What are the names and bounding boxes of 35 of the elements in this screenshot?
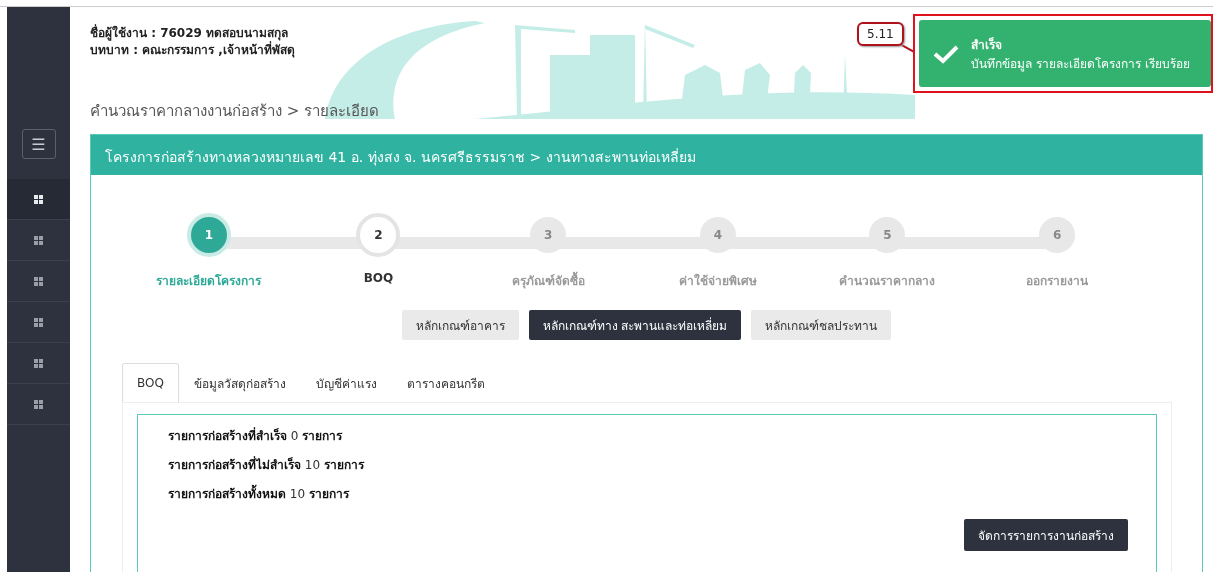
criteria-button[interactable]: หลักเกณฑ์อาคาร [401, 310, 519, 340]
grid-icon [34, 276, 43, 286]
summary-line: รายการก่อสร้างทั้งหมด 10 รายการ [168, 485, 1156, 503]
leader-line [900, 43, 914, 53]
user-name-text: ชื่อผู้ใช้งาน : 76029 ทดสอบนามสกุล [90, 25, 289, 42]
manage-button[interactable]: จัดการรายการงานก่อสร้าง [964, 519, 1128, 551]
tab[interactable]: BOQ [122, 363, 179, 402]
step-label: ครุภัณฑ์จัดซื้อ [511, 271, 585, 290]
panel-header: โครงการก่อสร้างทางหลวงหมายเลข 41 อ. ทุ่งสง จ. นครศรีธรรมราช > งานทางสะพานท่อเหลี่ยม [91, 135, 1202, 175]
sidebar-item[interactable] [7, 179, 70, 220]
menu-button[interactable]: ☰ [21, 129, 56, 159]
tab[interactable]: บัญชีค่าแรง [300, 363, 392, 402]
breadcrumb: คำนวณราคากลางงานก่อสร้าง > รายละเอียด [90, 101, 380, 122]
tab[interactable]: ตารางคอนกรีต [391, 363, 500, 402]
tab[interactable]: ข้อมูลวัสดุก่อสร้าง [178, 363, 301, 402]
step-label: ค่าใช้จ่ายพิเศษ [678, 272, 757, 290]
step-label: คำนวณราคากลาง [839, 273, 936, 290]
step-label: รายละเอียดโครงการ [156, 273, 262, 290]
user-role-text: บทบาท : คณะกรรมการ ,เจ้าหน้าที่พัสดุ [90, 42, 295, 59]
callout-label: 5.11 [857, 22, 904, 46]
grid-icon [34, 399, 43, 409]
check-icon [933, 43, 959, 64]
grid-icon [34, 235, 43, 245]
step-label: BOQ [363, 271, 394, 285]
summary-line: รายการก่อสร้างที่ไม่สำเร็จ 10 รายการ [168, 456, 366, 474]
grid-icon [34, 317, 43, 327]
step-circle[interactable]: 2 [356, 213, 401, 257]
summary-line: รายการก่อสร้างที่สำเร็จ 0 รายการ [168, 427, 344, 445]
grid-icon [34, 358, 43, 368]
toast-title: สำเร็จ [971, 36, 1003, 54]
step-label: ออกรายงาน [1026, 273, 1089, 290]
criteria-button[interactable]: หลักเกณฑ์ทาง สะพานและท่อเหลี่ยม [528, 310, 742, 340]
criteria-button[interactable]: หลักเกณฑ์ชลประทาน [751, 310, 892, 340]
grid-icon [34, 194, 43, 204]
toast-message: บันทึกข้อมูล รายละเอียดโครงการ เรียบร้อย [971, 55, 1190, 73]
